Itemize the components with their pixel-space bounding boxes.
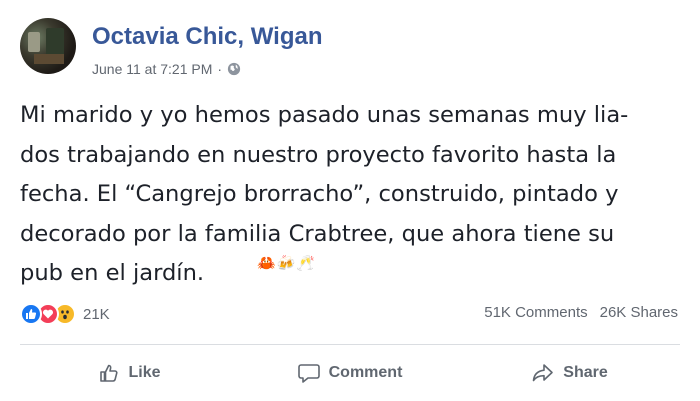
like-label: Like — [128, 364, 161, 381]
share-button[interactable]: Share — [460, 345, 680, 401]
like-button[interactable]: Like — [20, 345, 240, 401]
comment-icon — [297, 364, 320, 383]
avatar[interactable] — [20, 18, 76, 74]
emoji-row: 🦀🍻🥂 — [257, 255, 317, 272]
facebook-post: Octavia Chic, Wigan June 11 at 7:21 PM ·… — [0, 0, 700, 401]
timestamp[interactable]: June 11 at 7:21 PM — [92, 61, 212, 77]
globe-icon[interactable] — [227, 62, 241, 76]
like-reaction-icon — [20, 303, 42, 325]
comment-label: Comment — [328, 364, 403, 381]
action-bar: Like Comment Share — [20, 345, 680, 401]
reaction-count[interactable]: 21K — [83, 306, 110, 323]
comment-button[interactable]: Comment — [240, 345, 460, 401]
share-label: Share — [563, 364, 608, 381]
thumbs-up-icon — [100, 364, 119, 382]
post-text: Mi marido y yo hemos pasado unas semanas… — [20, 102, 629, 286]
meta-separator: · — [217, 61, 223, 77]
post-meta: June 11 at 7:21 PM · — [92, 61, 241, 77]
comments-count[interactable]: 51K Comments — [484, 304, 587, 321]
share-arrow-icon — [532, 364, 554, 382]
reactions-summary[interactable]: 21K — [20, 303, 110, 325]
author-name[interactable]: Octavia Chic, Wigan — [92, 23, 323, 51]
shares-count[interactable]: 26K Shares — [600, 304, 678, 321]
post-stats: 51K Comments 26K Shares — [484, 304, 678, 321]
